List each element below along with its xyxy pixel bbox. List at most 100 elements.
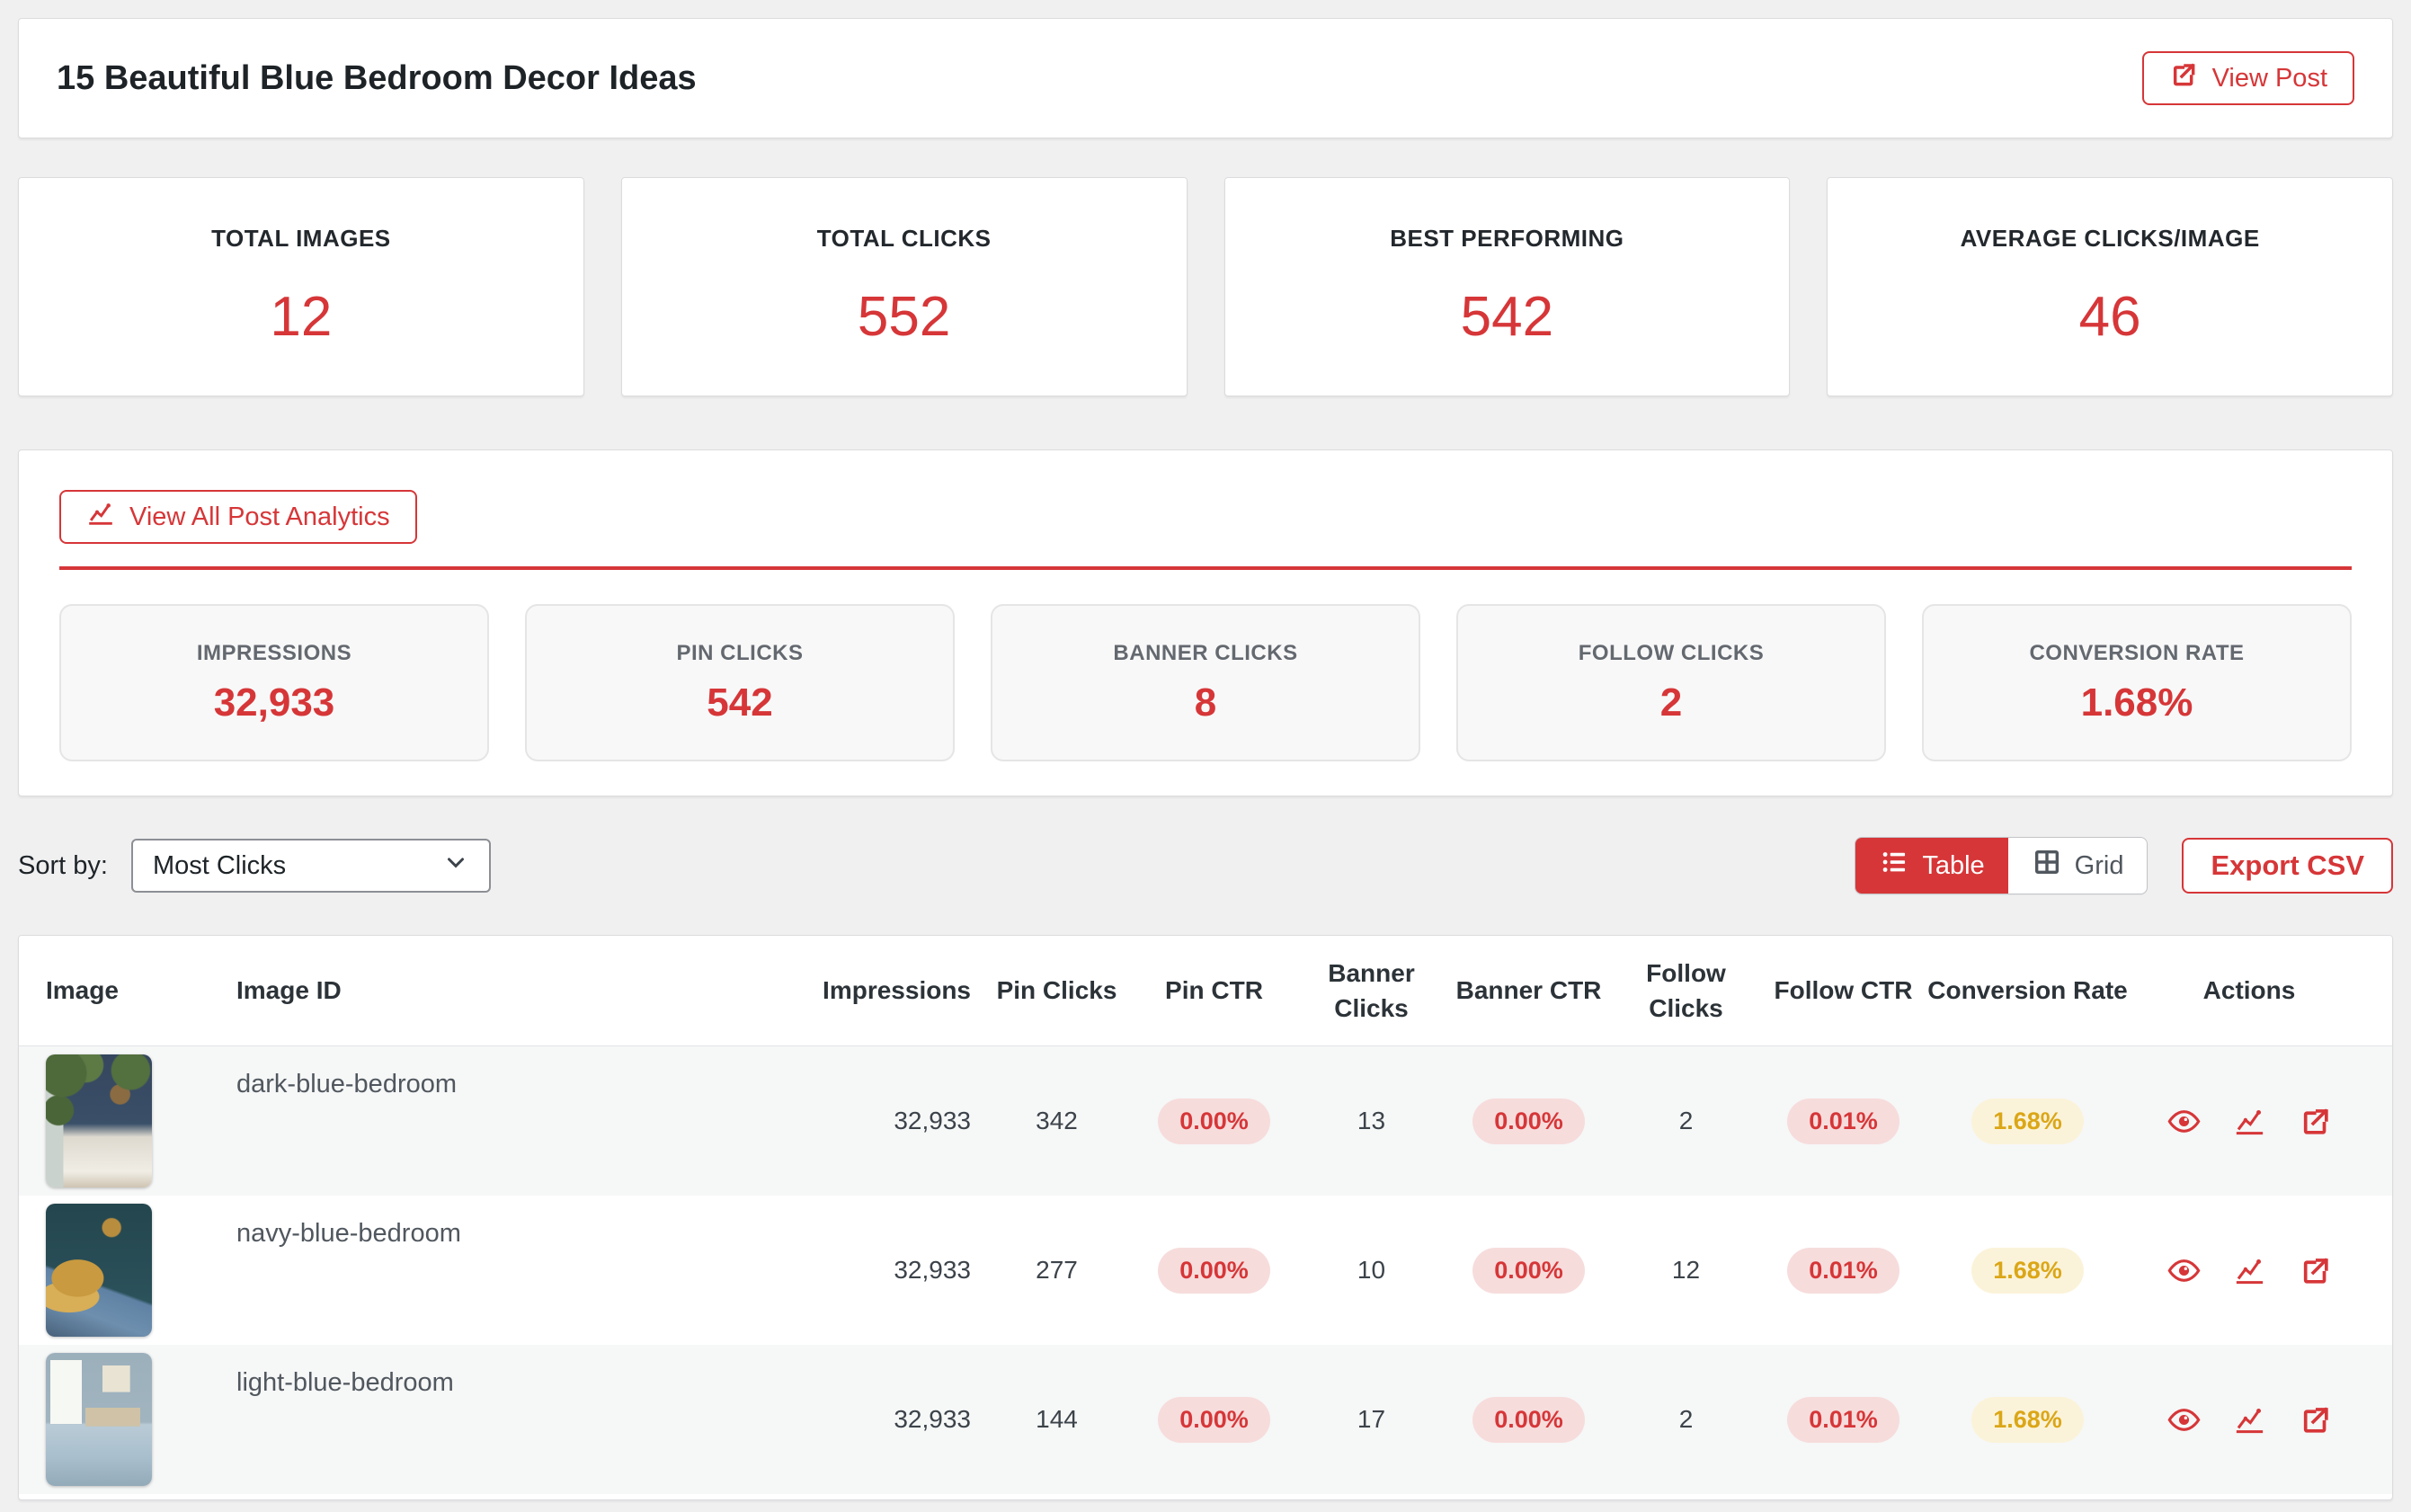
image-id: dark-blue-bedroom — [236, 1046, 753, 1099]
stat-card-best-performing: BEST PERFORMING 542 — [1224, 177, 1791, 396]
banner-clicks-value: 17 — [1293, 1405, 1450, 1434]
trending-chart-icon — [86, 499, 115, 535]
post-header: 15 Beautiful Blue Bedroom Decor Ideas Vi… — [18, 18, 2393, 138]
stat-value: 12 — [270, 285, 332, 349]
pin-ctr-badge: 0.00% — [1158, 1098, 1270, 1144]
conversion-rate-badge: 1.68% — [1971, 1397, 2084, 1443]
mini-label: PIN CLICKS — [676, 641, 803, 666]
table-view-button[interactable]: Table — [1855, 838, 2007, 894]
follow-clicks-value: 2 — [1607, 1405, 1765, 1434]
banner-clicks-value: 10 — [1293, 1256, 1450, 1285]
stat-card-total-images: TOTAL IMAGES 12 — [18, 177, 584, 396]
col-actions: Actions — [2133, 973, 2365, 1008]
table-controls: Sort by: Most Clicks Table — [18, 838, 2393, 894]
mini-label: CONVERSION RATE — [2029, 641, 2244, 666]
row-thumbnail[interactable] — [46, 1204, 152, 1337]
sort-by-label: Sort by: — [18, 851, 108, 881]
view-post-label: View Post — [2212, 64, 2327, 93]
images-table: Image Image ID Impressions Pin Clicks Pi… — [18, 935, 2393, 1500]
summary-stats-row: TOTAL IMAGES 12 TOTAL CLICKS 552 BEST PE… — [18, 177, 2393, 396]
stat-label: TOTAL CLICKS — [817, 225, 992, 253]
row-actions — [2133, 1254, 2365, 1287]
mini-value: 2 — [1660, 680, 1682, 725]
grid-view-button[interactable]: Grid — [2008, 838, 2148, 894]
follow-ctr-badge: 0.01% — [1787, 1397, 1899, 1443]
banner-ctr-badge: 0.00% — [1472, 1098, 1585, 1144]
trending-chart-icon[interactable] — [2233, 1254, 2266, 1287]
mini-value: 8 — [1195, 680, 1216, 725]
eye-icon[interactable] — [2167, 1403, 2201, 1436]
sort-select[interactable]: Most Clicks — [131, 839, 491, 893]
pin-clicks-value: 342 — [978, 1107, 1135, 1135]
table-row: light-blue-bedroom 32,933 144 0.00% 17 0… — [19, 1345, 2392, 1494]
export-csv-button[interactable]: Export CSV — [2182, 838, 2393, 894]
impressions-value: 32,933 — [753, 1256, 978, 1285]
mini-value: 1.68% — [2081, 680, 2193, 725]
row-thumbnail[interactable] — [46, 1353, 152, 1486]
stat-value: 46 — [2079, 285, 2141, 349]
view-post-button[interactable]: View Post — [2142, 51, 2354, 105]
mini-value: 542 — [707, 680, 772, 725]
row-actions — [2133, 1105, 2365, 1138]
external-link-icon[interactable] — [2299, 1403, 2332, 1436]
impressions-value: 32,933 — [753, 1405, 978, 1434]
table-row: dark-blue-bedroom 32,933 342 0.00% 13 0.… — [19, 1046, 2392, 1196]
mini-label: BANNER CLICKS — [1113, 641, 1297, 666]
col-pin-ctr: Pin CTR — [1135, 973, 1293, 1008]
col-banner-ctr: Banner CTR — [1450, 973, 1607, 1008]
col-conversion-rate: Conversion Rate — [1922, 973, 2133, 1008]
image-id: navy-blue-bedroom — [236, 1196, 753, 1249]
mini-card-follow-clicks: FOLLOW CLICKS 2 — [1456, 604, 1886, 761]
stat-card-average-clicks: AVERAGE CLICKS/IMAGE 46 — [1827, 177, 2393, 396]
stat-value: 542 — [1461, 285, 1553, 349]
chevron-down-icon — [442, 849, 469, 883]
red-divider — [59, 566, 2352, 570]
analytics-mini-cards: IMPRESSIONS 32,933 PIN CLICKS 542 BANNER… — [59, 604, 2352, 761]
row-actions — [2133, 1403, 2365, 1436]
row-thumbnail[interactable] — [46, 1054, 152, 1187]
col-follow-clicks: Follow Clicks — [1607, 956, 1765, 1026]
table-row: navy-blue-bedroom 32,933 277 0.00% 10 0.… — [19, 1196, 2392, 1345]
external-link-icon[interactable] — [2299, 1254, 2332, 1287]
col-image: Image — [46, 973, 236, 1008]
table-header-row: Image Image ID Impressions Pin Clicks Pi… — [19, 936, 2392, 1046]
trending-chart-icon[interactable] — [2233, 1403, 2266, 1436]
view-toggle: Table Grid — [1855, 837, 2148, 894]
col-follow-ctr: Follow CTR — [1765, 973, 1922, 1008]
pin-clicks-value: 277 — [978, 1256, 1135, 1285]
list-icon — [1879, 847, 1909, 885]
mini-card-conversion-rate: CONVERSION RATE 1.68% — [1922, 604, 2352, 761]
col-image-id: Image ID — [236, 973, 753, 1008]
view-all-post-analytics-button[interactable]: View All Post Analytics — [59, 490, 417, 544]
banner-clicks-value: 13 — [1293, 1107, 1450, 1135]
grid-icon — [2032, 847, 2062, 885]
stat-value: 552 — [858, 285, 950, 349]
banner-ctr-badge: 0.00% — [1472, 1397, 1585, 1443]
view-all-post-analytics-label: View All Post Analytics — [129, 503, 390, 532]
post-analytics-panel: View All Post Analytics IMPRESSIONS 32,9… — [18, 449, 2393, 796]
stat-label: AVERAGE CLICKS/IMAGE — [1961, 225, 2260, 253]
trending-chart-icon[interactable] — [2233, 1105, 2266, 1138]
col-pin-clicks: Pin Clicks — [978, 973, 1135, 1008]
page-title: 15 Beautiful Blue Bedroom Decor Ideas — [57, 59, 697, 98]
mini-value: 32,933 — [214, 680, 335, 725]
impressions-value: 32,933 — [753, 1107, 978, 1135]
col-impressions: Impressions — [753, 973, 978, 1008]
mini-label: IMPRESSIONS — [197, 641, 351, 666]
pin-ctr-badge: 0.00% — [1158, 1248, 1270, 1294]
sort-select-value: Most Clicks — [153, 851, 286, 881]
eye-icon[interactable] — [2167, 1254, 2201, 1287]
eye-icon[interactable] — [2167, 1105, 2201, 1138]
external-link-icon — [2169, 60, 2198, 96]
stat-card-total-clicks: TOTAL CLICKS 552 — [621, 177, 1188, 396]
mini-label: FOLLOW CLICKS — [1579, 641, 1764, 666]
external-link-icon[interactable] — [2299, 1105, 2332, 1138]
grid-view-label: Grid — [2075, 851, 2124, 881]
conversion-rate-badge: 1.68% — [1971, 1098, 2084, 1144]
follow-clicks-value: 2 — [1607, 1107, 1765, 1135]
follow-ctr-badge: 0.01% — [1787, 1248, 1899, 1294]
pin-ctr-badge: 0.00% — [1158, 1397, 1270, 1443]
mini-card-pin-clicks: PIN CLICKS 542 — [525, 604, 955, 761]
col-banner-clicks: Banner Clicks — [1293, 956, 1450, 1026]
pin-clicks-value: 144 — [978, 1405, 1135, 1434]
